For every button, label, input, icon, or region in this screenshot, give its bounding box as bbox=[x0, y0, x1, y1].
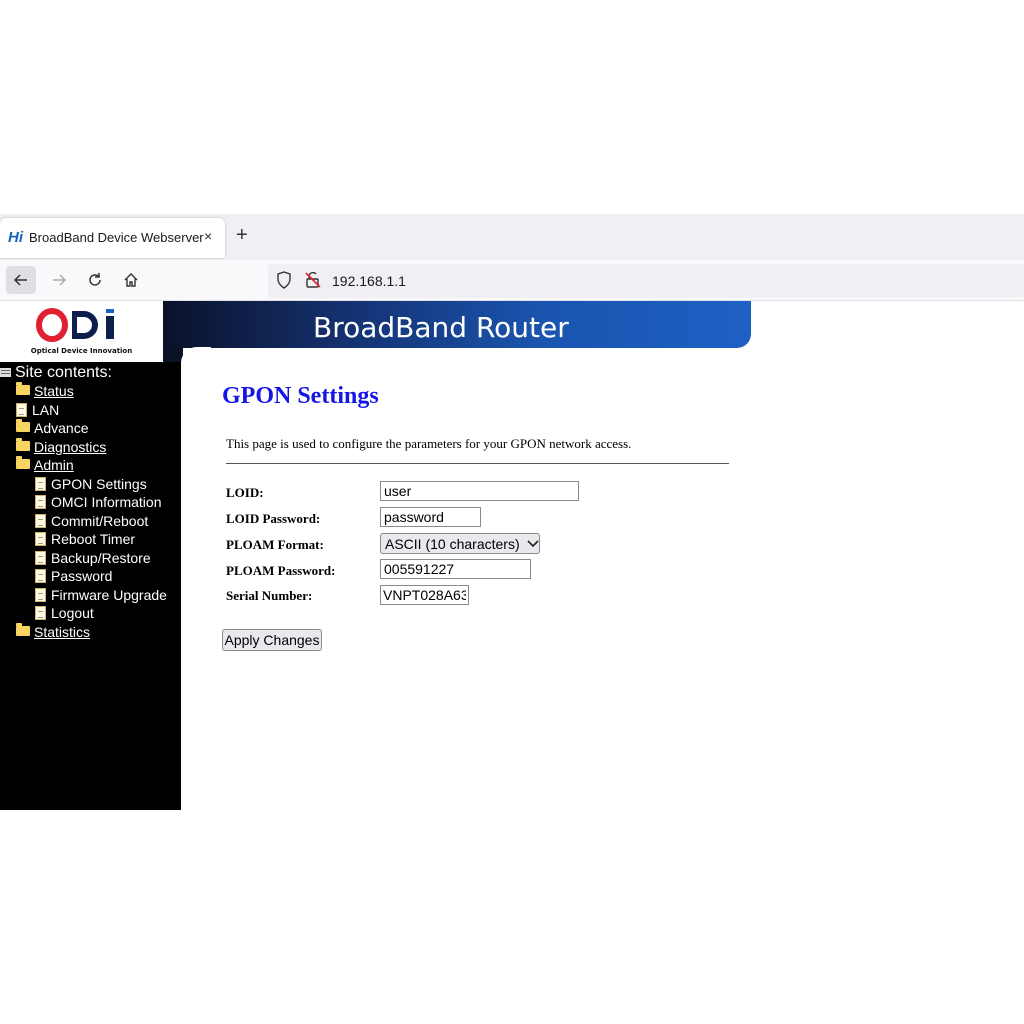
sidebar-item-label: Commit/Reboot bbox=[51, 512, 149, 529]
odi-logo bbox=[36, 305, 126, 350]
sidebar-item-reboot-timer[interactable]: Reboot Timer bbox=[35, 531, 135, 547]
folder-icon bbox=[16, 622, 30, 636]
document-icon bbox=[35, 550, 46, 565]
loid-input[interactable] bbox=[380, 481, 579, 501]
divider bbox=[226, 463, 729, 464]
sidebar-header: Site contents: bbox=[0, 364, 112, 382]
sidebar-item-label: Status bbox=[34, 383, 74, 399]
home-icon bbox=[124, 273, 138, 287]
tree-root-icon bbox=[0, 368, 11, 377]
folder-icon bbox=[16, 437, 30, 451]
serial-number-label: Serial Number: bbox=[226, 588, 313, 603]
loid-label: LOID: bbox=[226, 485, 264, 500]
sidebar-item-label: Backup/Restore bbox=[51, 549, 151, 566]
loid-password-label: LOID Password: bbox=[226, 511, 321, 526]
sidebar-item-omci-information[interactable]: OMCI Information bbox=[35, 494, 161, 510]
document-icon bbox=[35, 606, 46, 620]
sidebar-item-label: Firmware Upgrade bbox=[51, 586, 167, 603]
sidebar-item-advance[interactable]: Advance bbox=[16, 419, 89, 436]
serial-number-input[interactable] bbox=[380, 585, 469, 605]
sidebar-item-firmware-upgrade[interactable]: Firmware Upgrade bbox=[35, 587, 167, 603]
favicon-icon: Hi bbox=[8, 229, 23, 246]
page-title: GPON Settings bbox=[222, 383, 379, 409]
sidebar-item-label: Statistics bbox=[34, 623, 91, 640]
new-tab-button[interactable]: + bbox=[236, 225, 248, 245]
forward-arrow-icon bbox=[53, 274, 67, 286]
tab-title: BroadBand Device Webserver bbox=[29, 230, 204, 245]
ploam-format-value: ASCII (10 characters) bbox=[385, 535, 520, 552]
document-icon bbox=[35, 513, 46, 528]
ploam-password-label: PLOAM Password: bbox=[226, 563, 336, 578]
document-icon bbox=[35, 495, 46, 509]
sidebar-item-logout[interactable]: Logout bbox=[35, 605, 94, 621]
sidebar-item-commit-reboot[interactable]: Commit/Reboot bbox=[35, 513, 148, 529]
sidebar-item-label: LAN bbox=[32, 401, 60, 418]
loid-password-input[interactable] bbox=[380, 507, 481, 527]
sidebar-item-label: Advance bbox=[34, 420, 89, 436]
ploam-password-input[interactable] bbox=[380, 559, 531, 579]
sidebar-item-label: Reboot Timer bbox=[51, 531, 136, 547]
sidebar-item-gpon-settings[interactable]: GPON Settings bbox=[35, 476, 147, 492]
folder-icon bbox=[16, 382, 30, 395]
sidebar-item-label: OMCI Information bbox=[51, 494, 162, 510]
back-arrow-icon bbox=[13, 274, 27, 286]
home-button[interactable] bbox=[116, 266, 146, 294]
sidebar-item-lan[interactable]: LAN bbox=[16, 402, 59, 418]
folder-icon bbox=[16, 419, 30, 432]
reload-button[interactable] bbox=[80, 266, 110, 294]
reload-icon bbox=[89, 273, 101, 286]
sidebar-item-diagnostics[interactable]: Diagnostics bbox=[16, 437, 107, 455]
content-corner bbox=[181, 347, 211, 377]
sidebar-item-admin[interactable]: Admin bbox=[16, 456, 74, 473]
sidebar-item-label: GPON Settings bbox=[51, 475, 147, 492]
document-icon bbox=[16, 402, 27, 417]
sidebar-item-label: Logout bbox=[51, 605, 94, 621]
ploam-format-label: PLOAM Format: bbox=[226, 537, 324, 552]
browser-tab[interactable]: Hi BroadBand Device Webserver × bbox=[0, 218, 225, 258]
sidebar-title: Site contents: bbox=[15, 364, 112, 381]
sidebar-item-password[interactable]: Password bbox=[35, 568, 112, 584]
apply-changes-button[interactable]: Apply Changes bbox=[222, 629, 322, 651]
sidebar-item-label: Password bbox=[51, 568, 113, 584]
document-icon bbox=[35, 569, 46, 583]
banner-title: BroadBand Router bbox=[313, 311, 569, 344]
sidebar-item-statistics[interactable]: Statistics bbox=[16, 622, 91, 640]
sidebar-item-label: Admin bbox=[34, 457, 74, 473]
logo-subtitle: Optical Device Innovation bbox=[30, 347, 133, 355]
url-text[interactable]: 192.168.1.1 bbox=[332, 273, 406, 289]
shield-icon[interactable] bbox=[276, 271, 292, 294]
sidebar-item-status[interactable]: Status bbox=[16, 382, 74, 399]
document-icon bbox=[35, 532, 46, 546]
chevron-down-icon bbox=[527, 539, 539, 547]
ploam-format-select[interactable]: ASCII (10 characters) bbox=[380, 533, 540, 554]
sidebar-item-label: Diagnostics bbox=[34, 438, 107, 455]
open-folder-icon bbox=[16, 456, 30, 469]
back-button[interactable] bbox=[6, 266, 36, 294]
document-icon bbox=[35, 476, 46, 491]
tab-close-icon[interactable]: × bbox=[204, 228, 212, 244]
page-description: This page is used to configure the param… bbox=[226, 436, 632, 451]
document-icon bbox=[35, 587, 46, 602]
insecure-lock-icon[interactable] bbox=[304, 271, 322, 294]
banner-corner bbox=[163, 347, 183, 363]
forward-button[interactable] bbox=[44, 266, 74, 294]
sidebar-item-backup-restore[interactable]: Backup/Restore bbox=[35, 550, 151, 566]
